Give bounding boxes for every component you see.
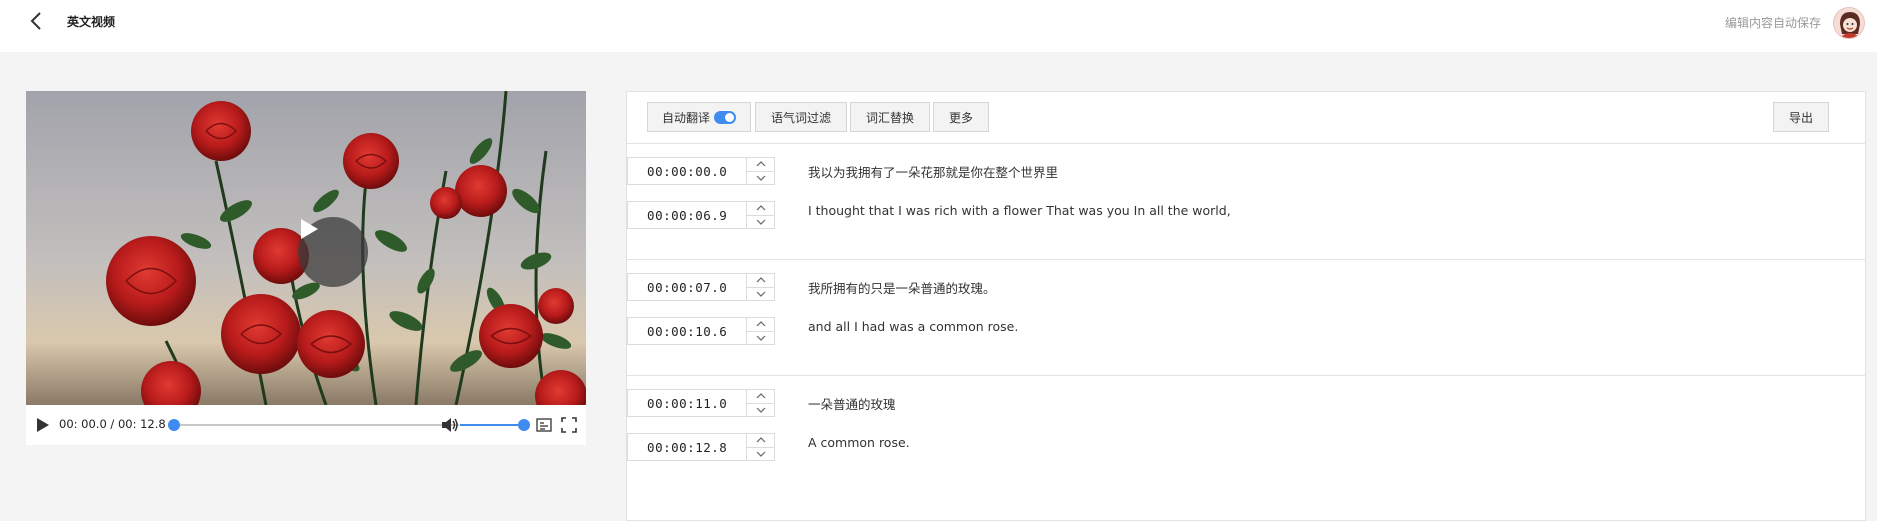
autosave-status: 编辑内容自动保存 — [1724, 16, 1821, 30]
filler-filter-button[interactable]: 语气词过滤 — [755, 102, 847, 132]
play-icon — [37, 418, 49, 432]
chevron-up-icon — [756, 393, 766, 399]
chevron-up-icon — [756, 205, 766, 211]
volume-slider[interactable] — [460, 419, 530, 431]
start-time-stepper[interactable]: 00:00:11.0 — [627, 389, 775, 417]
end-time-stepper[interactable]: 00:00:06.9 — [627, 201, 775, 229]
subtitle-editor: 自动翻译 语气词过滤 词汇替换 更多 导出 00:00:00.0 我以为我拥有了… — [626, 91, 1866, 521]
start-time-stepper[interactable]: 00:00:07.0 — [627, 273, 775, 301]
source-text[interactable]: 我所拥有的只是一朵普通的玫瑰。 — [808, 278, 996, 297]
end-time-stepper[interactable]: 00:00:12.8 — [627, 433, 775, 461]
increment-button[interactable] — [747, 434, 774, 448]
chevron-up-icon — [756, 437, 766, 443]
source-text[interactable]: 我以为我拥有了一朵花那就是你在整个世界里 — [808, 162, 1058, 181]
chevron-down-icon — [756, 407, 766, 413]
end-time-value[interactable]: 00:00:06.9 — [628, 202, 746, 228]
subtitle-segment: 00:00:07.0 我所拥有的只是一朵普通的玫瑰。 00:00:10.6 an… — [627, 260, 1865, 376]
chevron-down-icon — [756, 219, 766, 225]
editor-toolbar: 自动翻译 语气词过滤 词汇替换 更多 导出 — [627, 92, 1865, 144]
chevron-up-icon — [756, 321, 766, 327]
translation-text[interactable]: A common rose. — [808, 435, 910, 450]
word-replace-button[interactable]: 词汇替换 — [850, 102, 930, 132]
decrement-button[interactable] — [747, 216, 774, 229]
end-time-value[interactable]: 00:00:12.8 — [628, 434, 746, 460]
progress-handle[interactable] — [168, 419, 180, 431]
avatar[interactable] — [1833, 7, 1865, 39]
chevron-left-icon — [30, 12, 41, 30]
play-icon — [301, 219, 318, 239]
chevron-down-icon — [756, 451, 766, 457]
more-button[interactable]: 更多 — [933, 102, 989, 132]
back-button[interactable] — [26, 10, 46, 32]
progress-bar[interactable] — [168, 419, 459, 431]
video-play-button[interactable] — [298, 217, 368, 287]
auto-translate-label: 自动翻译 — [661, 110, 710, 125]
chevron-down-icon — [756, 335, 766, 341]
auto-translate-toggle[interactable]: 自动翻译 — [647, 102, 751, 132]
start-time-value[interactable]: 00:00:07.0 — [628, 274, 746, 300]
start-time-value[interactable]: 00:00:11.0 — [628, 390, 746, 416]
increment-button[interactable] — [747, 158, 774, 172]
end-time-value[interactable]: 00:00:10.6 — [628, 318, 746, 344]
decrement-button[interactable] — [747, 172, 774, 185]
toggle-switch[interactable] — [714, 110, 736, 124]
chevron-down-icon — [756, 291, 766, 297]
export-button[interactable]: 导出 — [1773, 102, 1829, 132]
volume-icon — [442, 418, 458, 432]
playback-time: 00: 00.0 / 00: 12.8 — [59, 417, 166, 431]
video-frame[interactable] — [26, 91, 586, 405]
start-time-stepper[interactable]: 00:00:00.0 — [627, 157, 775, 185]
chevron-up-icon — [756, 161, 766, 167]
volume-button[interactable] — [441, 417, 459, 433]
end-time-stepper[interactable]: 00:00:10.6 — [627, 317, 775, 345]
fullscreen-icon — [561, 417, 577, 433]
decrement-button[interactable] — [747, 332, 774, 345]
subtitle-segment: 00:00:11.0 一朵普通的玫瑰 00:00:12.8 A common r… — [627, 376, 1865, 492]
page-title: 英文视频 — [67, 15, 116, 29]
decrement-button[interactable] — [747, 404, 774, 417]
control-play-button[interactable] — [36, 417, 50, 433]
avatar-image — [1834, 8, 1864, 38]
increment-button[interactable] — [747, 390, 774, 404]
subtitle-segment: 00:00:00.0 我以为我拥有了一朵花那就是你在整个世界里 00:00:06… — [627, 144, 1865, 260]
source-text[interactable]: 一朵普通的玫瑰 — [808, 394, 896, 413]
decrement-button[interactable] — [747, 448, 774, 461]
subtitles-button[interactable] — [536, 417, 552, 433]
increment-button[interactable] — [747, 318, 774, 332]
player-controls: 00: 00.0 / 00: 12.8 — [26, 405, 586, 445]
start-time-value[interactable]: 00:00:00.0 — [628, 158, 746, 184]
increment-button[interactable] — [747, 274, 774, 288]
subtitles-icon — [536, 418, 552, 432]
chevron-up-icon — [756, 277, 766, 283]
volume-handle[interactable] — [518, 419, 530, 431]
decrement-button[interactable] — [747, 288, 774, 301]
translation-text[interactable]: I thought that I was rich with a flower … — [808, 203, 1231, 218]
top-header: 英文视频 编辑内容自动保存 — [0, 0, 1877, 52]
chevron-down-icon — [756, 175, 766, 181]
translation-text[interactable]: and all I had was a common rose. — [808, 319, 1018, 334]
fullscreen-button[interactable] — [561, 417, 577, 433]
increment-button[interactable] — [747, 202, 774, 216]
